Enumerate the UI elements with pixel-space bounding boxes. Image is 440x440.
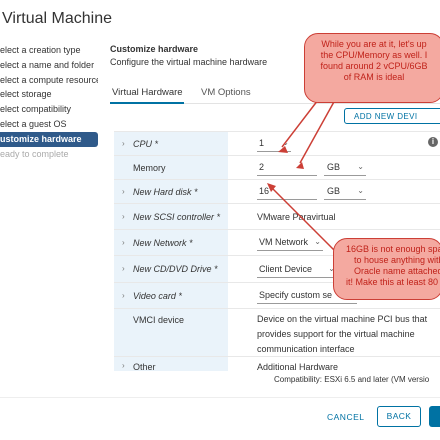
- hard-disk-unit-select[interactable]: GB ⌄: [324, 185, 366, 200]
- step-guest-os[interactable]: elect a guest OS: [0, 117, 98, 132]
- annotation-callout-bottom: 16GB is not enough spa to house anything…: [333, 238, 440, 300]
- network-select[interactable]: VM Network ⌄: [257, 236, 323, 251]
- row-cpu: › CPU * 1 ⌄: [114, 131, 440, 156]
- row-label: Video card *: [133, 291, 182, 301]
- step-creation-type[interactable]: elect a creation type: [0, 43, 98, 58]
- row-label: Memory: [133, 163, 166, 173]
- info-icon[interactable]: i: [428, 137, 438, 147]
- active-tab-indicator: [110, 102, 184, 104]
- chevron-right-icon[interactable]: ›: [122, 238, 125, 247]
- chevron-down-icon: ⌄: [314, 237, 321, 246]
- memory-input[interactable]: 2: [257, 161, 317, 176]
- annotation-callout-top: While you are at it, let's up the CPU/Me…: [304, 33, 440, 103]
- add-new-device-button[interactable]: ADD NEW DEVI: [344, 108, 440, 124]
- chevron-right-icon[interactable]: ›: [122, 291, 125, 300]
- window-title: Virtual Machine: [2, 10, 112, 27]
- step-storage[interactable]: elect storage: [0, 87, 98, 102]
- tab-virtual-hardware[interactable]: Virtual Hardware: [112, 87, 183, 98]
- step-customize-hardware[interactable]: ustomize hardware: [0, 131, 98, 147]
- row-other: › Other Additional Hardware: [114, 356, 440, 371]
- row-hard-disk: › New Hard disk * 16 GB ⌄: [114, 179, 440, 204]
- row-label: CPU *: [133, 139, 159, 149]
- memory-unit-select[interactable]: GB ⌄: [324, 161, 366, 176]
- chevron-right-icon[interactable]: ›: [122, 264, 125, 273]
- vmci-desc-line: provides support for the virtual machine: [257, 329, 415, 339]
- cpu-select[interactable]: 1 ⌄: [257, 137, 291, 152]
- row-vmci: VMCI device Device on the virtual machin…: [114, 308, 440, 357]
- chevron-down-icon: ⌄: [357, 186, 364, 195]
- cancel-button[interactable]: CANCEL: [327, 412, 364, 422]
- row-label: Other: [133, 362, 156, 371]
- chevron-down-icon: ⌄: [357, 162, 364, 171]
- step-ready-to-complete: eady to complete: [0, 148, 69, 159]
- chevron-down-icon: ⌄: [282, 138, 289, 147]
- row-scsi-controller: › New SCSI controller * VMware Paravirtu…: [114, 203, 440, 230]
- row-label: New CD/DVD Drive *: [133, 264, 218, 274]
- row-label: New SCSI controller *: [133, 212, 221, 222]
- step-compute-resource[interactable]: elect a compute resource: [0, 73, 98, 88]
- wizard-steps: elect a creation type elect a name and f…: [0, 43, 98, 161]
- hard-disk-size-input[interactable]: 16: [257, 185, 317, 200]
- compatibility-text: Compatibility: ESXi 6.5 and later (VM ve…: [274, 375, 430, 384]
- step-name-folder[interactable]: elect a name and folder: [0, 58, 98, 73]
- row-label: VMCI device: [133, 315, 185, 325]
- chevron-right-icon[interactable]: ›: [122, 212, 125, 221]
- step-compatibility[interactable]: elect compatibility: [0, 102, 98, 117]
- chevron-right-icon[interactable]: ›: [122, 361, 125, 370]
- row-label: New Hard disk *: [133, 187, 198, 197]
- section-title: Customize hardware: [110, 44, 199, 54]
- next-button[interactable]: [429, 406, 440, 427]
- other-value: Additional Hardware: [257, 362, 339, 371]
- cd-dvd-select[interactable]: Client Device ⌄: [257, 263, 337, 278]
- vmci-desc-line: Device on the virtual machine PCI bus th…: [257, 314, 428, 324]
- row-memory: Memory 2 GB ⌄: [114, 155, 440, 180]
- chevron-right-icon[interactable]: ›: [122, 139, 125, 148]
- vmci-desc-line: communication interface: [257, 344, 355, 354]
- back-button[interactable]: BACK: [377, 406, 421, 427]
- section-subtitle: Configure the virtual machine hardware: [110, 57, 268, 67]
- scsi-controller-value: VMware Paravirtual: [257, 212, 336, 222]
- tab-vm-options[interactable]: VM Options: [201, 87, 251, 98]
- chevron-right-icon[interactable]: ›: [122, 187, 125, 196]
- row-label: New Network *: [133, 238, 193, 248]
- footer-divider: [0, 397, 440, 398]
